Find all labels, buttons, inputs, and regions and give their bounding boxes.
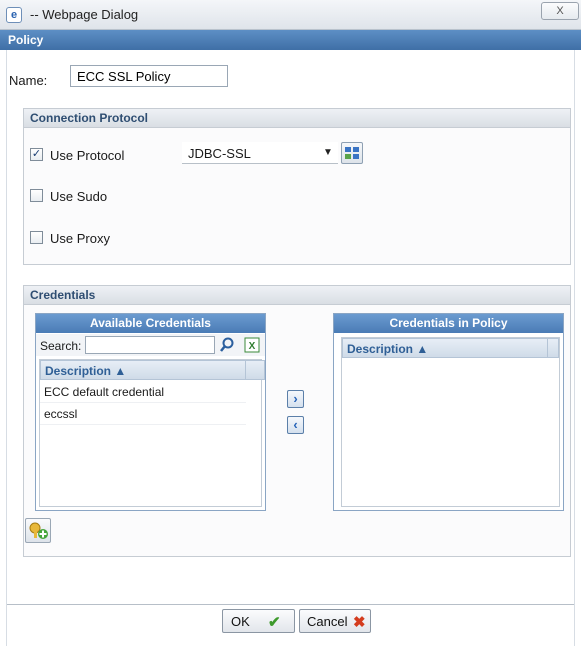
search-label: Search:	[40, 339, 82, 353]
svg-text:X: X	[249, 341, 256, 352]
credentials-in-policy-panel: Credentials in Policy Description ▲	[333, 313, 564, 511]
add-credential-button[interactable]	[25, 518, 51, 543]
ok-label: OK	[231, 614, 250, 629]
name-field[interactable]	[70, 65, 228, 87]
use-sudo-checkbox[interactable]	[30, 189, 43, 202]
column-header-spacer	[548, 338, 559, 358]
policy-credentials-grid: Description ▲	[341, 337, 560, 507]
protocol-select-value: JDBC-SSL	[188, 146, 251, 161]
export-excel-icon[interactable]: X	[243, 336, 261, 354]
description-column-header[interactable]: Description ▲	[342, 338, 548, 358]
use-protocol-label: Use Protocol	[50, 148, 125, 163]
use-protocol-checkbox[interactable]: ✓	[30, 148, 43, 161]
footer-divider	[7, 604, 574, 605]
use-proxy-checkbox[interactable]	[30, 231, 43, 244]
available-credentials-grid: Description ▲ ECC default credential ecc…	[39, 359, 265, 507]
column-header-spacer	[246, 360, 265, 380]
available-credentials-panel: Available Credentials Search: X Descript…	[35, 313, 266, 511]
ok-button[interactable]: OK ✔	[222, 609, 295, 633]
name-label: Name:	[9, 73, 48, 88]
chevron-down-icon: ▼	[323, 147, 333, 158]
check-icon: ✔	[268, 614, 281, 631]
protocol-select[interactable]: JDBC-SSL ▼	[182, 142, 338, 164]
credentials-title: Credentials	[24, 286, 570, 305]
connection-protocol-title: Connection Protocol	[24, 109, 570, 128]
move-right-button[interactable]: ›	[287, 390, 304, 408]
move-left-icon: ‹	[293, 417, 298, 432]
page-title: Policy	[0, 30, 581, 50]
protocol-settings-button[interactable]	[341, 142, 363, 164]
search-icon[interactable]	[218, 336, 236, 354]
ie-page-icon: e	[6, 7, 22, 23]
credentials-in-policy-title: Credentials in Policy	[334, 314, 563, 333]
title-bar: e -- Webpage Dialog X	[0, 0, 581, 30]
x-icon: ✖	[353, 614, 366, 631]
search-input[interactable]	[85, 336, 215, 354]
frame-border-right	[574, 50, 575, 646]
cancel-button[interactable]: Cancel ✖	[299, 609, 371, 633]
window-title: -- Webpage Dialog	[30, 7, 139, 22]
description-column-header[interactable]: Description ▲	[40, 360, 246, 380]
close-button[interactable]: X	[541, 2, 579, 20]
credential-row[interactable]: ECC default credential	[40, 381, 246, 403]
credential-row[interactable]: eccssl	[40, 403, 246, 425]
use-proxy-label: Use Proxy	[50, 231, 110, 246]
frame-border-left	[6, 50, 7, 646]
protocol-settings-icon	[345, 147, 359, 159]
use-sudo-label: Use Sudo	[50, 189, 108, 204]
cancel-label: Cancel	[307, 614, 348, 629]
move-left-button[interactable]: ‹	[287, 416, 304, 434]
add-credential-icon	[29, 522, 48, 539]
available-credentials-title: Available Credentials	[36, 314, 265, 333]
search-row: Search: X	[36, 334, 265, 356]
move-right-icon: ›	[293, 391, 298, 406]
